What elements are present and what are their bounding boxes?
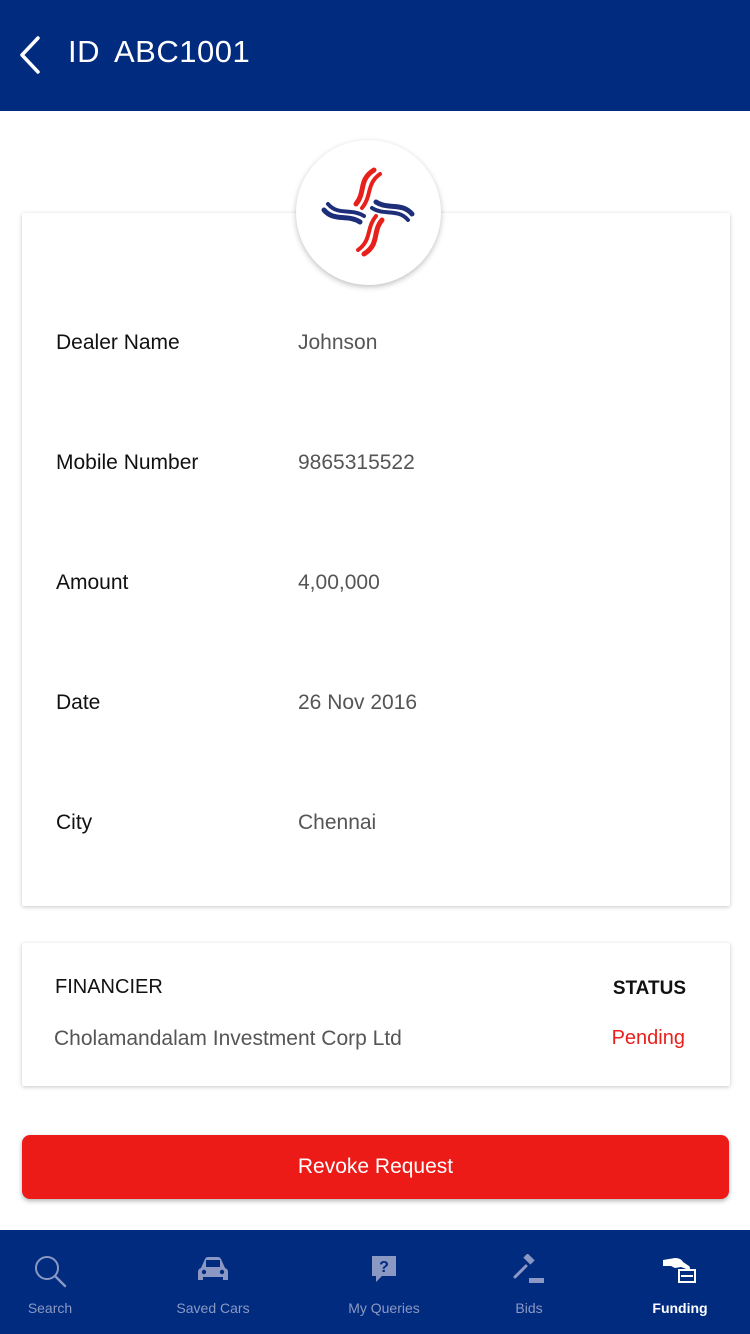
detail-row-date: Date 26 Nov 2016: [56, 683, 696, 723]
question-icon: ?: [372, 1256, 396, 1282]
detail-label: Date: [56, 691, 101, 714]
detail-row-mobile-number: Mobile Number 9865315522: [56, 443, 696, 483]
tab-search[interactable]: Search: [0, 1230, 100, 1334]
dealer-details-card: Dealer Name Johnson Mobile Number 986531…: [22, 213, 730, 906]
detail-label: City: [56, 811, 93, 834]
status-badge: Pending: [611, 1027, 685, 1049]
tab-saved-cars[interactable]: Saved Cars: [148, 1230, 278, 1334]
detail-value: Johnson: [298, 331, 378, 354]
detail-row-amount: Amount 4,00,000: [56, 563, 696, 603]
financier-name: Cholamandalam Investment Corp Ltd: [54, 1027, 402, 1050]
chevron-left-icon: [20, 36, 40, 74]
back-button[interactable]: [14, 32, 54, 78]
financier-header: FINANCIER: [55, 976, 163, 998]
tab-label: Saved Cars: [176, 1300, 250, 1316]
tab-label: Bids: [515, 1300, 543, 1316]
financier-logo: [296, 140, 441, 285]
gavel-icon: [513, 1254, 544, 1283]
tab-label: Search: [27, 1300, 73, 1316]
detail-value: 9865315522: [298, 451, 415, 474]
detail-label: Amount: [56, 571, 129, 594]
financier-card: FINANCIER STATUS Cholamandalam Investmen…: [22, 943, 730, 1086]
tab-label: Funding: [652, 1300, 708, 1316]
detail-label: Dealer Name: [56, 331, 180, 354]
page-title: ID ABC1001: [68, 34, 250, 70]
app-header: ID ABC1001: [0, 0, 750, 111]
bottom-tab-bar: Search Saved Cars ? My Queries Bids Fund…: [0, 1230, 750, 1334]
detail-value: 26 Nov 2016: [298, 691, 418, 714]
tab-funding[interactable]: Funding: [624, 1230, 736, 1334]
tab-label: My Queries: [348, 1300, 420, 1316]
tab-my-queries[interactable]: ? My Queries: [324, 1230, 444, 1334]
title-id: ABC1001: [114, 34, 251, 69]
funding-icon: [663, 1258, 696, 1283]
brand-logo-icon: [321, 167, 415, 257]
revoke-request-button[interactable]: Revoke Request: [22, 1135, 729, 1199]
detail-label: Mobile Number: [56, 451, 199, 474]
detail-row-dealer-name: Dealer Name Johnson: [56, 323, 696, 363]
detail-row-city: City Chennai: [56, 803, 696, 843]
tab-bids[interactable]: Bids: [479, 1230, 579, 1334]
svg-text:?: ?: [379, 1259, 389, 1276]
search-icon: [35, 1256, 67, 1288]
car-icon: [198, 1257, 228, 1280]
detail-value: 4,00,000: [298, 571, 380, 594]
title-prefix: ID: [68, 34, 100, 69]
detail-value: Chennai: [298, 811, 377, 834]
status-header: STATUS: [612, 978, 686, 999]
